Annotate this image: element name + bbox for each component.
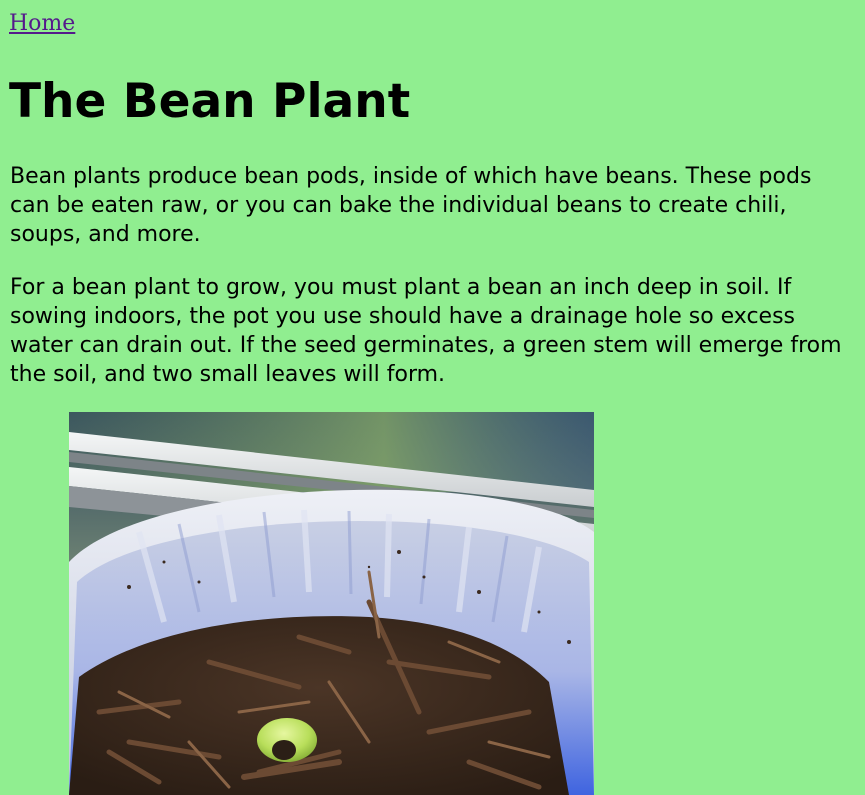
home-link[interactable]: Home — [9, 11, 75, 37]
bean-sprout-photo — [69, 412, 594, 795]
growing-paragraph: For a bean plant to grow, you must plant… — [10, 275, 842, 387]
page-title: The Bean Plant — [9, 74, 411, 129]
intro-paragraph: Bean plants produce bean pods, inside of… — [10, 164, 812, 247]
